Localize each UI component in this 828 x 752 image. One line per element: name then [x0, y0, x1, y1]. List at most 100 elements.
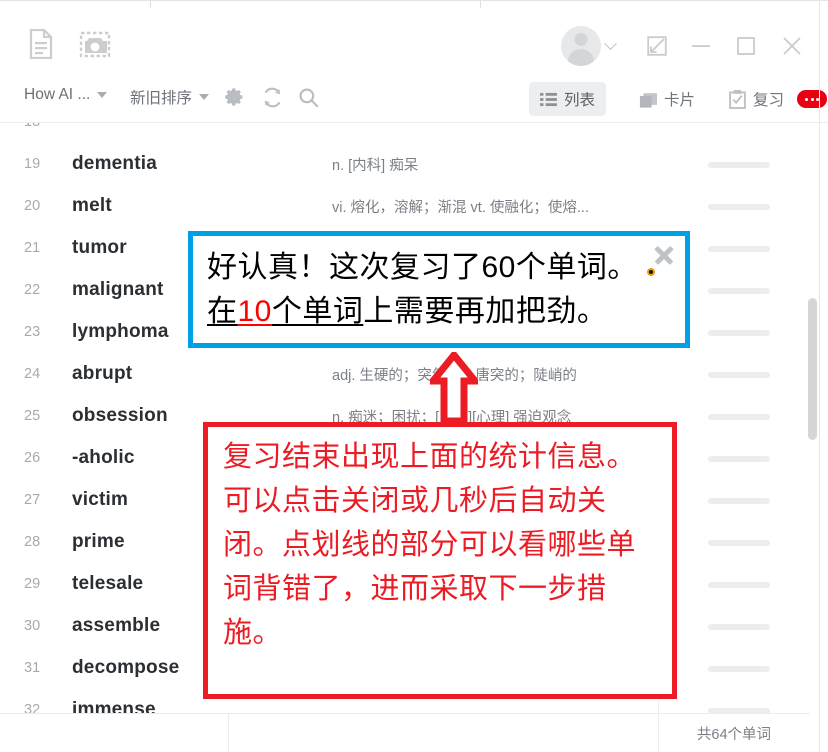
row-word: telesale: [72, 573, 144, 594]
vertical-scrollbar-thumb[interactable]: [808, 298, 817, 440]
avatar: [561, 26, 601, 66]
toolbar: How AI ... 新旧排序 列表 卡片 复习: [0, 74, 828, 122]
row-word: victim: [72, 489, 129, 510]
row-number: 28: [24, 534, 41, 550]
row-word: dementia: [72, 153, 158, 174]
book-selector[interactable]: How AI ...: [24, 86, 108, 104]
row-mask-bar: [708, 162, 770, 168]
row-word: tumor: [72, 237, 127, 258]
tab-list-view[interactable]: 列表: [529, 82, 607, 116]
tab-card-view[interactable]: 卡片: [628, 82, 706, 116]
table-row[interactable]: 18: [0, 123, 810, 143]
row-number: 31: [24, 660, 41, 676]
top-edge-line-right: [480, 0, 828, 1]
top-edge-line-mid: [150, 0, 480, 1]
app-window: How AI ... 新旧排序 列表 卡片 复习 19 dementia n. …: [0, 0, 828, 752]
row-number: 29: [24, 576, 41, 592]
row-number: 32: [24, 702, 41, 713]
settings-button[interactable]: [222, 84, 248, 110]
row-word: lymphoma: [72, 321, 169, 342]
popup-line-2-prefix: 在: [207, 295, 238, 328]
row-number: 20: [24, 198, 41, 214]
row-number: 18: [24, 123, 52, 130]
review-badge[interactable]: [797, 90, 828, 108]
row-mask-bar: [708, 288, 770, 294]
row-definition: adj. 生硬的；突然的；唐突的；陡峭的: [332, 367, 577, 384]
maximize-window-button[interactable]: [732, 32, 760, 60]
popup-line-1: 好认真！这次复习了60个单词。: [207, 251, 638, 284]
table-row[interactable]: 19 dementia n. [内科] 痴呆: [0, 143, 810, 185]
row-word: malignant: [72, 279, 164, 300]
row-number: 19: [24, 156, 41, 172]
row-mask-bar: [708, 246, 770, 252]
account-avatar[interactable]: [561, 26, 617, 66]
row-number: 24: [24, 366, 41, 382]
row-mask-bar: [708, 330, 770, 336]
refresh-button[interactable]: [259, 84, 285, 110]
row-word: -aholic: [72, 447, 135, 468]
popup-wrong-count[interactable]: 10: [238, 295, 272, 328]
top-edge-line-left: [0, 0, 150, 1]
restore-window-button[interactable]: [643, 32, 671, 60]
row-word: abrupt: [72, 363, 133, 384]
popup-line-2-suffix: 上需要再加把劲。: [363, 295, 608, 328]
title-bar: [0, 8, 828, 74]
review-label: 复习: [753, 92, 785, 109]
list-icon: [540, 92, 557, 106]
sort-selector-label: 新旧排序: [130, 90, 193, 107]
review-stats-popup: 好认真！这次复习了60个单词。 在10个单词上需要再加把劲。: [188, 231, 690, 348]
row-mask-bar: [708, 666, 770, 672]
tab-card-label: 卡片: [664, 92, 696, 109]
window-right-edge: [819, 0, 820, 752]
popup-line-2-mid[interactable]: 个单词: [272, 295, 364, 328]
row-word: immense: [72, 699, 156, 713]
search-icon: [298, 87, 318, 107]
row-number: 25: [24, 408, 41, 424]
row-mask-bar: [708, 414, 770, 420]
row-word: assemble: [72, 615, 161, 636]
gear-icon: [225, 88, 243, 106]
minimize-window-button[interactable]: [687, 32, 715, 60]
row-definition: vi. 熔化，溶解；渐混 vt. 使融化；使熔...: [332, 199, 589, 216]
search-button[interactable]: [295, 84, 321, 110]
row-mask-bar: [708, 624, 770, 630]
chevron-down-icon: [97, 92, 108, 98]
row-mask-bar: [708, 582, 770, 588]
table-row[interactable]: 20 melt vi. 熔化，溶解；渐混 vt. 使融化；使熔...: [0, 185, 810, 227]
row-word: decompose: [72, 657, 180, 678]
annotation-text: 复习结束出现上面的统计信息。可以点击关闭或几秒后自动关闭。点划线的部分可以看哪些…: [223, 441, 637, 649]
row-mask-bar: [708, 540, 770, 546]
row-mask-bar: [708, 498, 770, 504]
row-number: 27: [24, 492, 41, 508]
row-number: 23: [24, 324, 41, 340]
clipboard-check-icon: [729, 89, 746, 109]
review-button[interactable]: 复习: [718, 82, 828, 116]
cards-icon: [639, 92, 657, 108]
top-stub-divider-2: [480, 0, 481, 8]
close-window-button[interactable]: [778, 32, 806, 60]
close-icon[interactable]: [651, 241, 677, 267]
mouse-cursor: [647, 268, 655, 276]
chevron-down-icon: [199, 94, 210, 100]
status-bar-divider-left: [228, 714, 229, 752]
screenshot-icon[interactable]: [78, 28, 112, 60]
status-total-words: 共64个单词: [696, 726, 772, 743]
table-row[interactable]: 24 abrupt adj. 生硬的；突然的；唐突的；陡峭的: [0, 353, 810, 395]
top-stub-divider-1: [150, 0, 151, 8]
row-number: 22: [24, 282, 41, 298]
chevron-down-icon: [604, 36, 617, 50]
row-mask-bar: [708, 204, 770, 210]
book-selector-label: How AI ...: [24, 86, 91, 103]
document-icon[interactable]: [26, 28, 56, 60]
tab-list-label: 列表: [564, 92, 596, 109]
row-word: prime: [72, 531, 125, 552]
row-word: obsession: [72, 405, 168, 426]
up-arrow-annotation: [425, 349, 483, 425]
row-number: 21: [24, 240, 41, 256]
row-mask-bar: [708, 456, 770, 462]
row-number: 30: [24, 618, 41, 634]
annotation-note: 复习结束出现上面的统计信息。可以点击关闭或几秒后自动关闭。点划线的部分可以看哪些…: [203, 422, 677, 699]
sort-selector[interactable]: 新旧排序: [130, 86, 210, 108]
refresh-icon: [264, 87, 280, 107]
row-mask-bar: [708, 372, 770, 378]
